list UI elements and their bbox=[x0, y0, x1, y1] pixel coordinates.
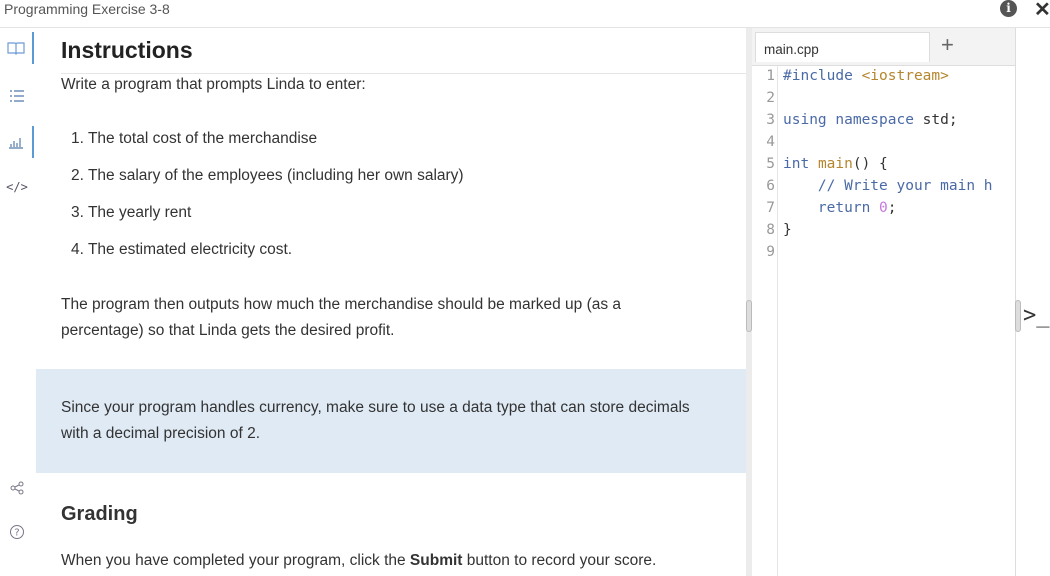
line-number: 9 bbox=[766, 244, 775, 260]
code-line: 6 // Write your main h bbox=[752, 178, 1015, 200]
code-line: 1 #include <iostream> bbox=[752, 68, 1015, 90]
terminal-sidebar: >_ bbox=[1015, 28, 1050, 576]
heading-divider bbox=[61, 73, 746, 74]
share-icon[interactable] bbox=[0, 472, 34, 504]
code-token: main bbox=[817, 156, 853, 172]
chart-icon[interactable] bbox=[0, 126, 34, 158]
grading-heading: Grading bbox=[61, 503, 138, 525]
note-text: Since your program handles currency, mak… bbox=[61, 399, 690, 442]
code-token: 0 bbox=[879, 200, 888, 216]
code-token: #include bbox=[783, 68, 853, 84]
code-token: () { bbox=[852, 156, 888, 172]
code-area[interactable]: 1 #include <iostream> 2 3 using namespace … bbox=[752, 66, 1015, 576]
svg-text:?: ? bbox=[14, 528, 19, 539]
line-number: 5 bbox=[766, 156, 775, 172]
code-line: 8} bbox=[752, 222, 1015, 244]
title-bar: Programming Exercise 3-8 i ✕ bbox=[0, 0, 1050, 28]
window-title: Programming Exercise 3-8 bbox=[4, 1, 170, 17]
grading-text-start: When you have completed your program, cl… bbox=[61, 552, 410, 569]
grading-text: When you have completed your program, cl… bbox=[61, 552, 656, 570]
line-number: 1 bbox=[766, 68, 775, 84]
tab-main-cpp[interactable]: main.cpp bbox=[755, 32, 930, 62]
add-tab-button[interactable]: + bbox=[941, 32, 954, 58]
list-item: 4. The estimated electricity cost. bbox=[71, 241, 293, 258]
submit-keyword: Submit bbox=[409, 552, 463, 569]
code-line: 9 bbox=[752, 244, 1015, 266]
instructions-heading: Instructions bbox=[61, 37, 193, 63]
code-token: ; bbox=[887, 200, 897, 216]
code-token: return bbox=[817, 200, 871, 216]
steps-list: 1. The total cost of the merchandise 2. … bbox=[71, 130, 464, 278]
book-icon[interactable] bbox=[0, 32, 34, 64]
code-line: 4 bbox=[752, 134, 1015, 156]
line-number: 6 bbox=[766, 178, 775, 194]
resize-handle[interactable] bbox=[1015, 300, 1021, 332]
line-number: 2 bbox=[766, 90, 775, 106]
info-icon[interactable]: i bbox=[1000, 0, 1017, 17]
list-item: 1. The total cost of the merchandise bbox=[71, 130, 318, 147]
code-token: using namespace bbox=[783, 112, 914, 128]
editor-tab-bar: main.cpp + bbox=[752, 28, 1015, 66]
help-icon[interactable]: ? bbox=[0, 516, 34, 548]
list-icon[interactable] bbox=[0, 80, 34, 112]
code-token: <iostream> bbox=[861, 68, 949, 84]
note-box: Since your program handles currency, mak… bbox=[36, 369, 746, 473]
instructions-panel: Instructions Write a program that prompt… bbox=[36, 28, 746, 576]
code-icon[interactable]: </> bbox=[0, 171, 34, 203]
line-number: 4 bbox=[766, 134, 775, 150]
output-description: The program then outputs how much the me… bbox=[61, 296, 622, 339]
code-line: 5 int main() { bbox=[752, 156, 1015, 178]
left-sidebar: </> ? bbox=[0, 28, 36, 576]
code-editor: main.cpp + 1 #include <iostream> 2 3 using… bbox=[752, 28, 1015, 576]
code-token: std; bbox=[913, 112, 958, 128]
terminal-icon[interactable]: >_ bbox=[1023, 303, 1050, 328]
list-item: 2. The salary of the employees (includin… bbox=[71, 167, 464, 184]
list-item: 3. The yearly rent bbox=[71, 204, 192, 221]
code-line: 7 return 0; bbox=[752, 200, 1015, 222]
code-token: } bbox=[783, 222, 792, 238]
code-token: int bbox=[783, 156, 810, 172]
intro-text: Write a program that prompts Linda to en… bbox=[61, 76, 366, 93]
line-number: 8 bbox=[766, 222, 775, 238]
close-icon[interactable]: ✕ bbox=[1034, 0, 1050, 22]
line-number: 3 bbox=[766, 112, 775, 128]
line-number: 7 bbox=[766, 200, 775, 216]
grading-text-end: button to record your score. bbox=[462, 552, 657, 569]
code-line: 2 bbox=[752, 90, 1015, 112]
code-line: 3 using namespace std; bbox=[752, 112, 1015, 134]
code-comment: // Write your main h bbox=[817, 178, 993, 194]
